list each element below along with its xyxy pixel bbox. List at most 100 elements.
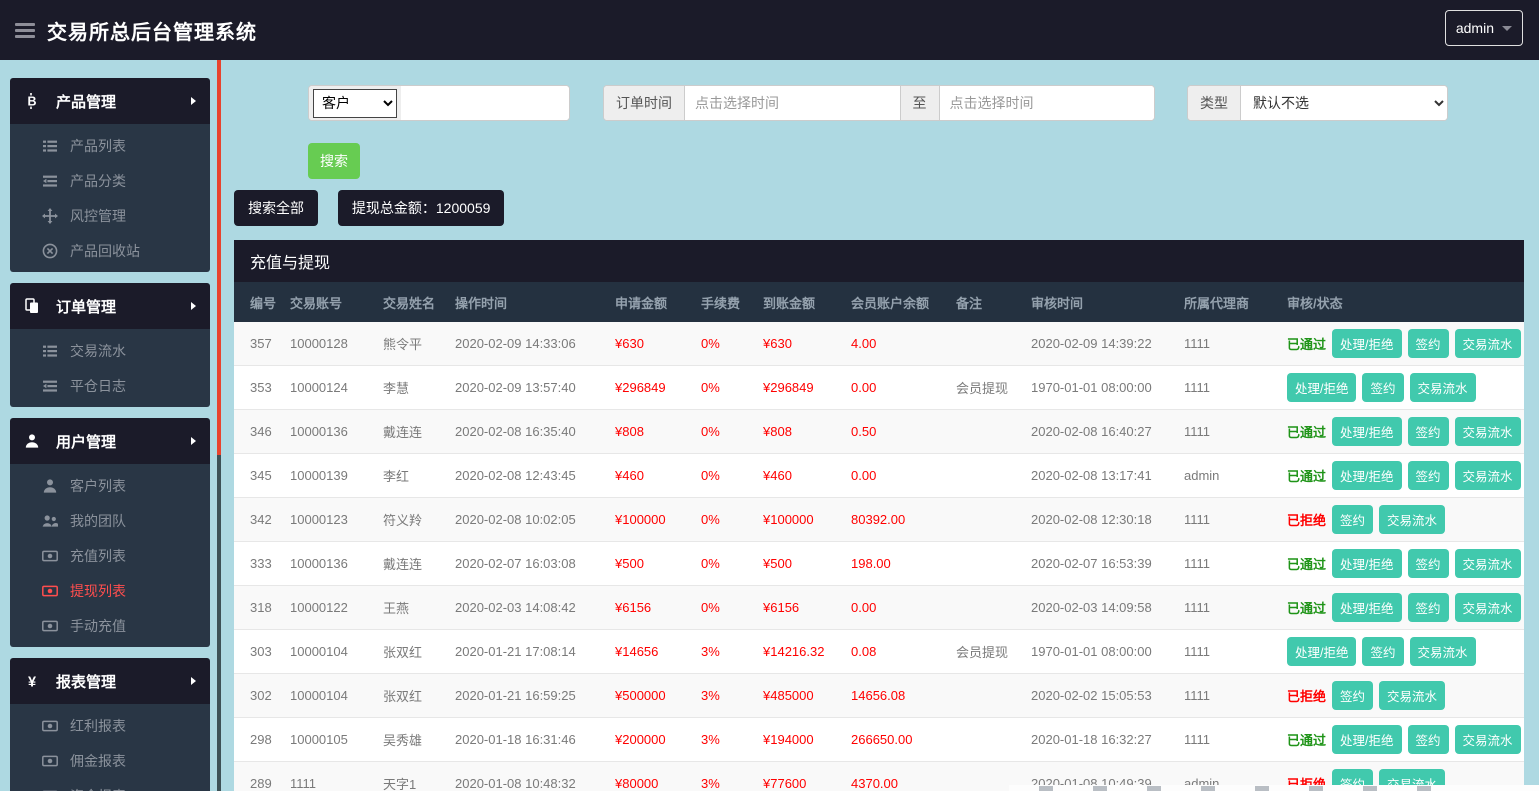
- table-row: 298 10000105 吴秀雄 2020-01-18 16:31:46 ¥200000…: [234, 717, 1524, 762]
- menu-icon[interactable]: [15, 20, 35, 41]
- sidebar-group-header[interactable]: B 产品管理: [10, 78, 210, 124]
- col-balance: 14656.08: [843, 673, 948, 718]
- col-fee: 0%: [693, 365, 755, 410]
- sidebar-submenu: 红利报表佣金报表资金报表: [10, 704, 210, 791]
- chevron-right-icon: [191, 97, 196, 105]
- col-name: 张双红: [375, 673, 447, 718]
- toolbar-row: 搜索全部 提现总金额：1200059: [234, 190, 520, 226]
- sidebar-item[interactable]: 红利报表: [10, 708, 210, 743]
- col-op-time: 2020-01-08 10:48:32: [447, 761, 607, 791]
- search-button[interactable]: 搜索: [308, 143, 360, 179]
- handle-reject-button[interactable]: 处理/拒绝: [1332, 725, 1402, 754]
- column-header: 编号: [234, 282, 282, 322]
- sidebar-group-header[interactable]: ¥ 报表管理: [10, 658, 210, 704]
- col-op-time: 2020-01-18 16:31:46: [447, 717, 607, 762]
- sidebar-group-header[interactable]: 用户管理: [10, 418, 210, 464]
- table-header-row: 编号 交易账号 交易姓名 操作时间 申请金额 手续费 到账金额 会员账户余额 备注 审核时间 所属代…: [234, 282, 1524, 322]
- handle-reject-button[interactable]: 处理/拒绝: [1332, 329, 1402, 358]
- sidebar-group: 订单管理交易流水平仓日志: [10, 283, 210, 407]
- order-time-label: 订单时间: [604, 86, 685, 120]
- trade-flow-button[interactable]: 交易流水: [1379, 505, 1446, 534]
- col-agent: 1111: [1176, 717, 1279, 762]
- col-amount: ¥296849: [607, 365, 693, 410]
- scrollbar-thumb[interactable]: [217, 60, 221, 455]
- sidebar-item[interactable]: 产品列表: [10, 128, 210, 163]
- user-dropdown[interactable]: admin: [1444, 10, 1523, 46]
- trade-flow-button[interactable]: 交易流水: [1454, 549, 1521, 578]
- trade-flow-button[interactable]: 交易流水: [1454, 593, 1521, 622]
- col-amount: ¥80000: [607, 761, 693, 791]
- col-agent: 1111: [1176, 409, 1279, 454]
- sign-button[interactable]: 签约: [1407, 593, 1449, 622]
- sidebar-item[interactable]: 提现列表: [10, 573, 210, 608]
- col-op-time: 2020-01-21 17:08:14: [447, 629, 607, 674]
- sidebar-item[interactable]: 佣金报表: [10, 743, 210, 778]
- sidebar-item[interactable]: 平仓日志: [10, 368, 210, 403]
- col-remark: [948, 541, 1023, 586]
- sign-button[interactable]: 签约: [1332, 505, 1374, 534]
- sidebar-group-header[interactable]: 订单管理: [10, 283, 210, 329]
- col-status: 已通过 处理/拒绝 签约 交易流水: [1279, 541, 1524, 586]
- start-time-input[interactable]: [685, 86, 900, 120]
- table-row: 345 10000139 李红 2020-02-08 12:43:45 ¥460 0% ¥4…: [234, 453, 1524, 498]
- sidebar-item-label: 红利报表: [70, 717, 126, 734]
- handle-reject-button[interactable]: 处理/拒绝: [1287, 637, 1357, 666]
- col-arrival: ¥77600: [755, 761, 843, 791]
- search-all-button[interactable]: 搜索全部: [234, 190, 318, 226]
- col-fee: 3%: [693, 761, 755, 791]
- sign-button[interactable]: 签约: [1362, 637, 1404, 666]
- handle-reject-button[interactable]: 处理/拒绝: [1332, 549, 1402, 578]
- handle-reject-button[interactable]: 处理/拒绝: [1332, 417, 1402, 446]
- sidebar-item[interactable]: 充值列表: [10, 538, 210, 573]
- sign-button[interactable]: 签约: [1407, 417, 1449, 446]
- col-id: 342: [234, 497, 282, 542]
- to-label: 至: [899, 86, 940, 120]
- trade-flow-button[interactable]: 交易流水: [1454, 725, 1521, 754]
- trade-flow-button[interactable]: 交易流水: [1379, 681, 1446, 710]
- sidebar-item[interactable]: 手动充值: [10, 608, 210, 643]
- sign-button[interactable]: 签约: [1407, 725, 1449, 754]
- sign-button[interactable]: 签约: [1407, 329, 1449, 358]
- sidebar: B 产品管理产品列表 产品分类 风控管理 产品回收站订单管理交易流水平仓日志用户管理客户…: [10, 78, 210, 791]
- sidebar-item[interactable]: 我的团队: [10, 503, 210, 538]
- trade-flow-button[interactable]: 交易流水: [1454, 461, 1521, 490]
- type-select[interactable]: 默认不选: [1241, 86, 1447, 120]
- trade-flow-button[interactable]: 交易流水: [1409, 637, 1476, 666]
- trade-flow-button[interactable]: 交易流水: [1454, 329, 1521, 358]
- status-badge: 已通过: [1287, 337, 1327, 352]
- column-header: 交易账号: [282, 282, 375, 322]
- sidebar-item-label: 交易流水: [70, 342, 126, 359]
- col-op-time: 2020-01-21 16:59:25: [447, 673, 607, 718]
- sidebar-item[interactable]: 资金报表: [10, 778, 210, 791]
- end-time-input[interactable]: [939, 86, 1154, 120]
- filter-keyword-input[interactable]: [401, 86, 569, 120]
- handle-reject-button[interactable]: 处理/拒绝: [1332, 461, 1402, 490]
- sidebar-item[interactable]: 交易流水: [10, 333, 210, 368]
- money-icon: [42, 618, 60, 634]
- status-badge: 已拒绝: [1287, 689, 1327, 704]
- sign-button[interactable]: 签约: [1362, 373, 1404, 402]
- col-agent: 1111: [1176, 541, 1279, 586]
- sidebar-item[interactable]: 产品分类: [10, 163, 210, 198]
- sign-button[interactable]: 签约: [1332, 681, 1374, 710]
- trade-flow-button[interactable]: 交易流水: [1454, 417, 1521, 446]
- chevron-down-icon: [1502, 25, 1512, 31]
- money-icon: [42, 718, 60, 734]
- trade-flow-button[interactable]: 交易流水: [1409, 373, 1476, 402]
- withdraw-total-button[interactable]: 提现总金额：1200059: [337, 190, 505, 226]
- sidebar-item[interactable]: 风控管理: [10, 198, 210, 233]
- sidebar-scrollbar[interactable]: [217, 60, 221, 791]
- col-status: 已拒绝签约交易流水: [1279, 673, 1524, 718]
- sidebar-item[interactable]: 客户列表: [10, 468, 210, 503]
- sign-button[interactable]: 签约: [1407, 549, 1449, 578]
- type-label: 类型: [1188, 86, 1241, 120]
- col-fee: 0%: [693, 585, 755, 630]
- sidebar-item[interactable]: 产品回收站: [10, 233, 210, 268]
- handle-reject-button[interactable]: 处理/拒绝: [1332, 593, 1402, 622]
- col-fee: 0%: [693, 497, 755, 542]
- filter-field-select[interactable]: 客户: [313, 88, 397, 118]
- sign-button[interactable]: 签约: [1407, 461, 1449, 490]
- move-icon: [42, 207, 60, 224]
- col-arrival: ¥485000: [755, 673, 843, 718]
- handle-reject-button[interactable]: 处理/拒绝: [1287, 373, 1357, 402]
